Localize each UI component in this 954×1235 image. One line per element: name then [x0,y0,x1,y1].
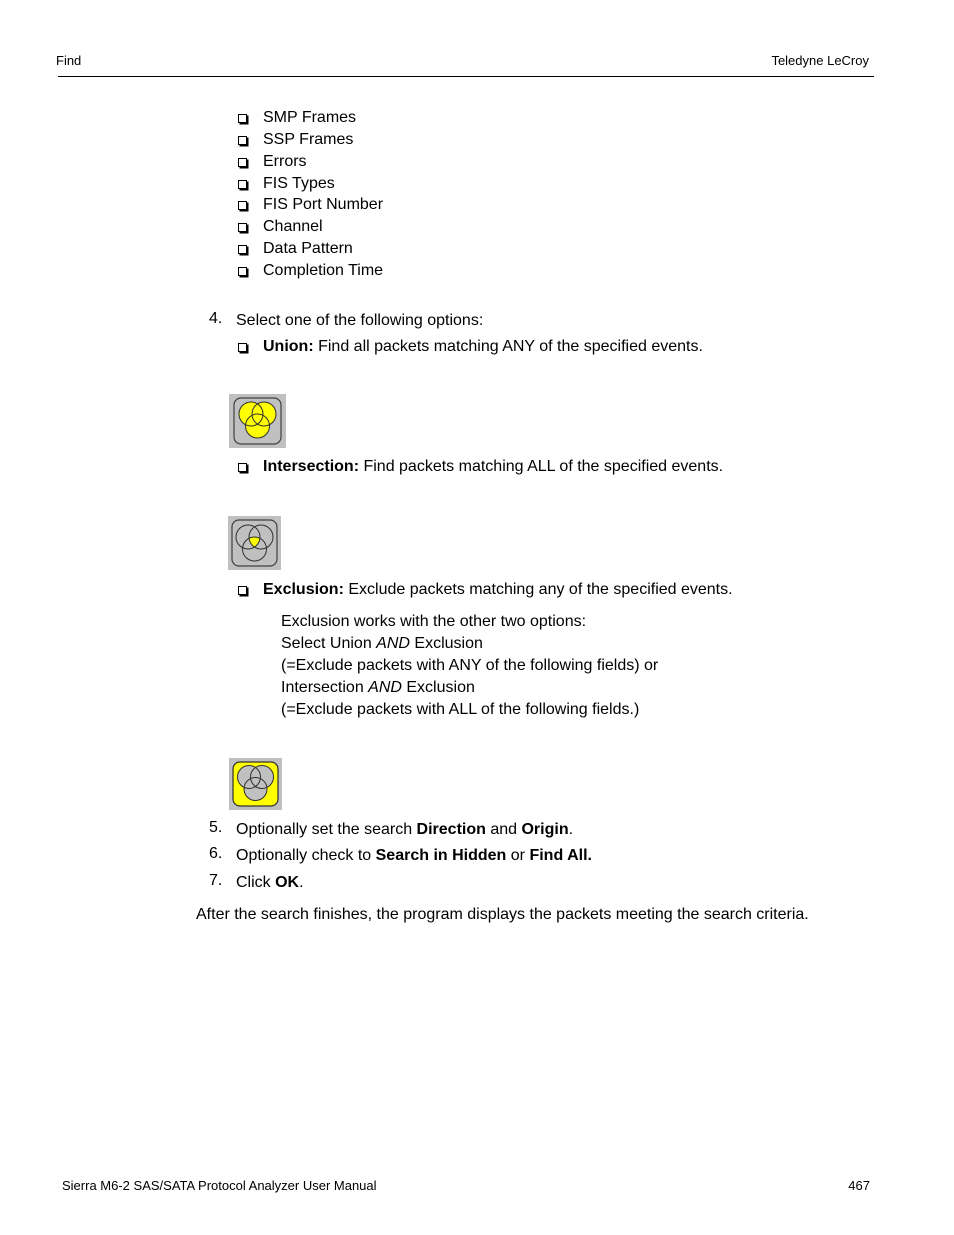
option-name: Intersection: [263,458,360,475]
step-number: 6. [209,845,223,862]
checkbox-bullet-icon [238,223,247,232]
step-number: 4. [209,310,223,327]
checkbox-bullet-icon [238,114,247,123]
footer-page-number: 467 [848,1178,870,1193]
checkbox-bullet-icon [238,463,247,472]
option-name: Union: [263,338,314,355]
checkbox-bullet-icon [238,343,247,352]
checkbox-bullet-icon [238,245,247,254]
conclusion-paragraph: After the search finishes, the program d… [196,906,809,923]
option-description: Find all packets matching ANY of the spe… [313,338,703,355]
option-description: Exclude packets matching any of the spec… [343,581,733,598]
header-rule [58,76,874,77]
footer-manual-title: Sierra M6-2 SAS/SATA Protocol Analyzer U… [62,1178,377,1193]
step-number: 7. [209,872,223,889]
option-description: Find packets matching ALL of the specifi… [359,458,724,475]
checkbox-bullet-icon [238,586,247,595]
checkbox-bullet-icon [238,201,247,210]
option-name: Exclusion: [263,581,344,598]
exclusion-venn-icon [229,758,282,810]
intersection-venn-icon [228,516,281,570]
checkbox-bullet-icon [238,136,247,145]
header-section-title: Find [56,53,82,68]
step-text: Select one of the following options: [236,312,484,329]
checkbox-bullet-icon [238,158,247,167]
checkbox-bullet-icon [238,267,247,276]
header-brand: Teledyne LeCroy [771,53,869,68]
union-venn-icon [229,394,286,448]
checkbox-bullet-icon [238,180,247,189]
step-number: 5. [209,819,223,836]
